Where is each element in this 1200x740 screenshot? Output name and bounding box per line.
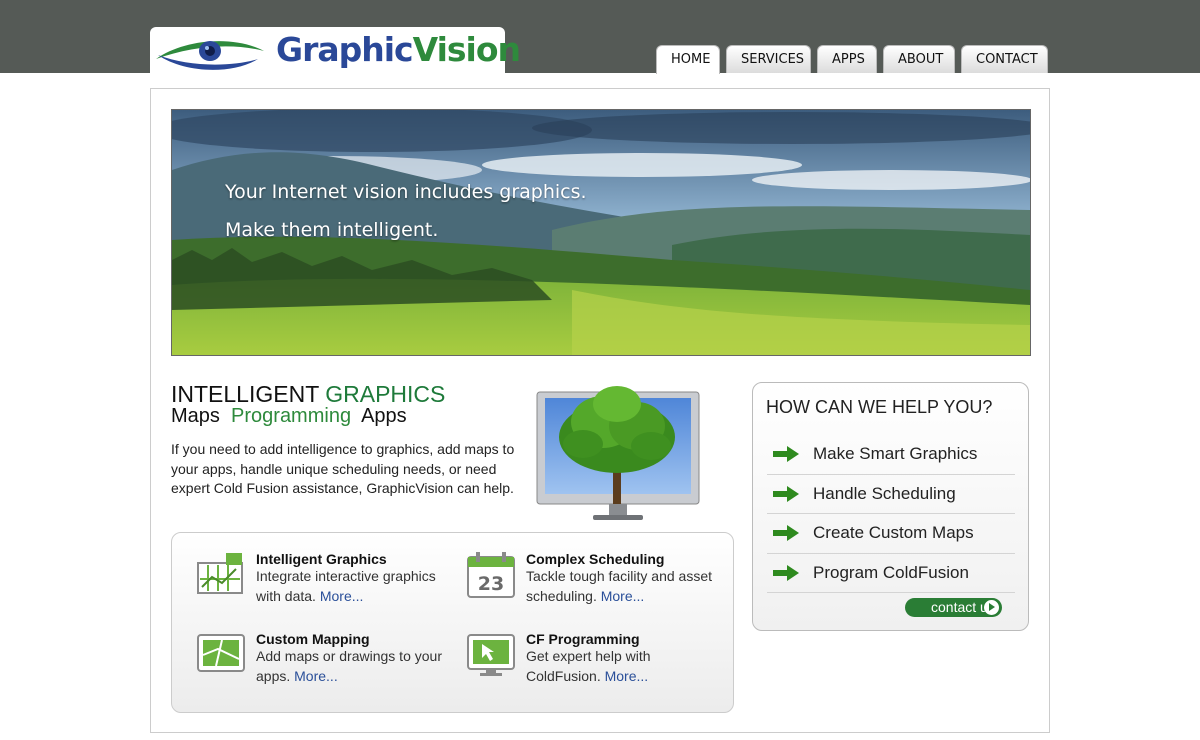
hero-tagline-2: Make them intelligent. (225, 219, 439, 241)
nav-services-tab[interactable]: SERVICES (726, 45, 811, 73)
feature-title: Custom Mapping (256, 631, 370, 647)
tree-monitor-image (536, 386, 700, 520)
nav-contact-tab[interactable]: CONTACT (961, 45, 1048, 73)
more-link[interactable]: More... (605, 668, 649, 684)
help-item-label: Create Custom Maps (813, 523, 974, 543)
intro-title-part2: GRAPHICS (325, 381, 446, 407)
brand-name-part1: Graphic (276, 30, 414, 69)
help-item-custom-maps[interactable]: Create Custom Maps (767, 514, 1015, 554)
intro-body: If you need to add intelligence to graph… (171, 441, 515, 496)
green-arrow-icon (773, 446, 799, 463)
help-panel: HOW CAN WE HELP YOU? Make Smart Graphics… (752, 382, 1029, 631)
brand-name-part2: Vision (412, 30, 521, 69)
main-nav: HOME SERVICES APPS ABOUT CONTACT (656, 45, 1048, 74)
contact-us-button[interactable]: contact us (905, 598, 1002, 617)
map-icon (197, 634, 245, 672)
feature-desc: Get expert help with ColdFusion. More... (526, 648, 651, 684)
green-arrow-icon (773, 564, 799, 581)
brand-name: GraphicVision (276, 30, 521, 69)
feature-desc: Add maps or drawings to your apps. More.… (256, 648, 442, 684)
calendar-day: 23 (478, 573, 504, 595)
help-item-scheduling[interactable]: Handle Scheduling (767, 475, 1015, 514)
nav-about-tab[interactable]: ABOUT (883, 45, 955, 73)
more-link[interactable]: More... (294, 668, 338, 684)
more-link[interactable]: More... (601, 588, 645, 604)
help-item-label: Program ColdFusion (813, 562, 969, 582)
help-list: Make Smart Graphics Handle Scheduling Cr… (767, 435, 1015, 593)
intro-subtitle: Maps Programming Apps (171, 405, 407, 428)
intro-title-part1: INTELLIGENT (171, 381, 319, 407)
intro-sub-maps: Maps (171, 405, 220, 427)
help-title: HOW CAN WE HELP YOU? (766, 397, 993, 417)
feature-title: Complex Scheduling (526, 551, 665, 567)
play-circle-icon (984, 600, 999, 615)
features-panel: Intelligent Graphics Integrate interacti… (171, 532, 734, 713)
nav-home-tab[interactable]: HOME (656, 45, 720, 74)
hero-banner: Your Internet vision includes graphics. … (171, 109, 1031, 356)
green-arrow-icon (773, 485, 799, 502)
feature-desc: Integrate interactive graphics with data… (256, 568, 436, 604)
feature-desc: Tackle tough facility and asset scheduli… (526, 568, 712, 604)
intro-sub-programming: Programming (231, 405, 352, 427)
site-logo[interactable]: GraphicVision (150, 27, 521, 73)
feature-title: Intelligent Graphics (256, 551, 387, 567)
monitor-cursor-icon (467, 634, 515, 676)
green-arrow-icon (773, 525, 799, 542)
help-item-smart-graphics[interactable]: Make Smart Graphics (767, 435, 1015, 475)
eye-logo-icon (156, 41, 264, 70)
calendar-icon: 23 (467, 552, 515, 598)
hero-tagline-1: Your Internet vision includes graphics. (225, 181, 587, 203)
chart-graphic-icon (197, 553, 243, 594)
help-item-label: Make Smart Graphics (813, 444, 978, 464)
more-link[interactable]: More... (320, 588, 364, 604)
intro-sub-apps: Apps (361, 405, 407, 427)
main-content: Your Internet vision includes graphics. … (150, 88, 1050, 733)
help-item-label: Handle Scheduling (813, 483, 956, 503)
nav-apps-tab[interactable]: APPS (817, 45, 877, 73)
help-item-coldfusion[interactable]: Program ColdFusion (767, 554, 1015, 593)
intro-title: INTELLIGENT GRAPHICS (171, 381, 445, 408)
feature-title: CF Programming (526, 631, 640, 647)
